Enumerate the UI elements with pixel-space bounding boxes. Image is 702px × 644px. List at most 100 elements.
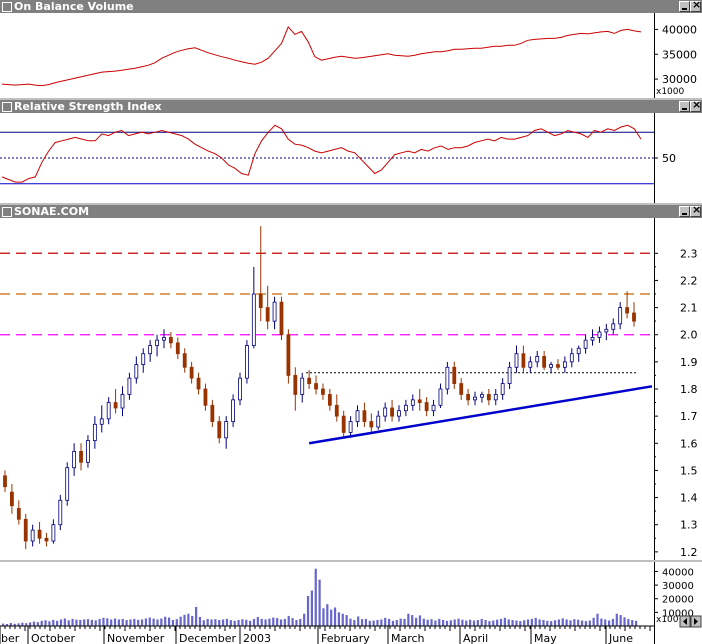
volume-bar [256, 617, 259, 626]
volume-bar [442, 620, 445, 626]
price-tick-label: 2.1 [680, 302, 698, 315]
panel-menu-icon[interactable] [2, 102, 12, 112]
volume-bar [86, 619, 90, 626]
volume-bar [588, 620, 591, 626]
volume-tick-label: 30000 [662, 581, 694, 592]
price-tick-label: 2.2 [680, 274, 698, 287]
volume-bar [218, 620, 221, 626]
volume-bar [210, 619, 213, 626]
volume-bar [434, 620, 437, 626]
volume-bar [214, 619, 217, 626]
volume-bar [167, 617, 171, 626]
volume-bar [67, 620, 70, 626]
volume-bar [36, 622, 39, 626]
volume-bar [160, 618, 163, 626]
volume-bar [152, 618, 155, 626]
x-axis-label: ber [1, 632, 20, 644]
volume-bar [472, 620, 476, 626]
rsi-chart: 50 [0, 113, 702, 203]
volume-bar [237, 620, 240, 626]
volume-bar [63, 618, 66, 626]
volume-bar [507, 619, 510, 626]
volume-bar [550, 621, 553, 626]
volume-bar [600, 618, 603, 626]
volume-bar [615, 613, 618, 626]
volume-bar [291, 618, 294, 626]
volume-bar [337, 612, 340, 626]
volume-bar [557, 619, 561, 626]
panel-menu-icon[interactable] [2, 207, 12, 217]
minimize-button[interactable] [679, 206, 690, 217]
obv-panel-header: On Balance Volume [0, 0, 702, 13]
price-tick-label: 2.0 [680, 329, 698, 342]
volume-bar [430, 619, 433, 626]
close-button[interactable] [690, 203, 701, 217]
volume-bar [399, 618, 402, 626]
volume-bar [465, 620, 468, 626]
volume-bar [530, 618, 533, 626]
volume-bar [333, 607, 337, 626]
x-axis-label: February [321, 632, 370, 644]
volume-bar [438, 618, 441, 626]
volume-bar [526, 619, 530, 626]
volume-bar [137, 619, 140, 626]
volume-bar [249, 620, 252, 626]
price-tick-label: 2.3 [680, 247, 698, 260]
volume-bar [206, 618, 209, 626]
rsi-tick-label: 50 [662, 152, 676, 165]
volume-chart: 40000300002000010000 x100 ber October Nove… [0, 562, 702, 644]
volume-bar [426, 619, 429, 626]
candlestick [279, 296, 284, 341]
volume-bar [511, 620, 514, 626]
minimize-button[interactable] [679, 1, 690, 12]
volume-tick-label: 40000 [662, 567, 694, 578]
volume-tick-label: 20000 [662, 595, 694, 606]
panel-menu-icon[interactable] [2, 2, 12, 12]
volume-bar [106, 618, 109, 626]
price-tick-label: 1.7 [680, 410, 698, 423]
volume-bar [318, 579, 321, 626]
volume-bar [272, 617, 275, 626]
x-axis-label: April [463, 632, 488, 644]
volume-bar [83, 619, 86, 626]
volume-bar [384, 617, 387, 626]
volume-bar [584, 621, 588, 626]
volume-bar [368, 620, 371, 626]
price-panel-header: SONAE.COM [0, 203, 702, 218]
volume-bar [445, 620, 449, 626]
volume-bar [519, 621, 522, 626]
volume-bar [283, 618, 286, 626]
obv-panel-title: On Balance Volume [14, 0, 134, 13]
volume-bar [534, 617, 537, 626]
x-axis-label: November [107, 632, 165, 644]
candlestick [245, 340, 249, 384]
minimize-button[interactable] [679, 101, 690, 112]
obv-tick-label: 35000 [662, 48, 697, 61]
volume-bar [484, 620, 487, 626]
obv-tick-label: 30000 [662, 73, 697, 86]
volume-bar [330, 609, 333, 626]
volume-bar [48, 621, 51, 626]
obv-chart: 40000 35000 30000 x1000 [0, 13, 702, 98]
x-axis-label: June [608, 632, 633, 644]
candlestick [65, 462, 70, 506]
volume-bar [32, 621, 36, 626]
rsi-panel-title: Relative Strength Index [14, 100, 162, 113]
volume-bar [561, 618, 564, 626]
volume-bar [604, 619, 607, 626]
scroll-arrows[interactable] [679, 615, 702, 628]
volume-bar [515, 620, 518, 626]
close-button[interactable] [690, 98, 701, 112]
volume-bar [523, 620, 526, 626]
volume-bar [179, 616, 182, 626]
price-tick-label: 1.3 [680, 519, 698, 532]
volume-bar [414, 617, 418, 626]
volume-bar [635, 620, 638, 626]
close-button[interactable] [690, 0, 701, 12]
price-panel-title: SONAE.COM [14, 205, 90, 218]
volume-bar [391, 620, 395, 626]
volume-bar [148, 617, 151, 626]
volume-bar [44, 620, 47, 626]
volume-bar [349, 618, 352, 626]
x-axis-label: 2003 [243, 632, 271, 644]
